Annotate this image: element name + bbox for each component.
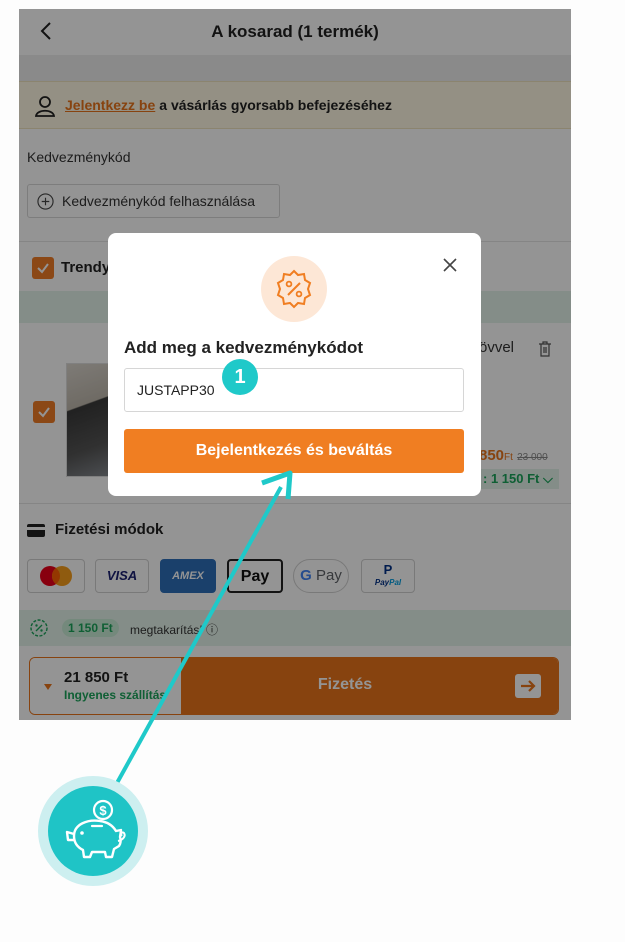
piggy-bank-icon: $ (48, 786, 138, 876)
svg-text:$: $ (99, 803, 107, 818)
step-badge: 1 (222, 359, 258, 395)
